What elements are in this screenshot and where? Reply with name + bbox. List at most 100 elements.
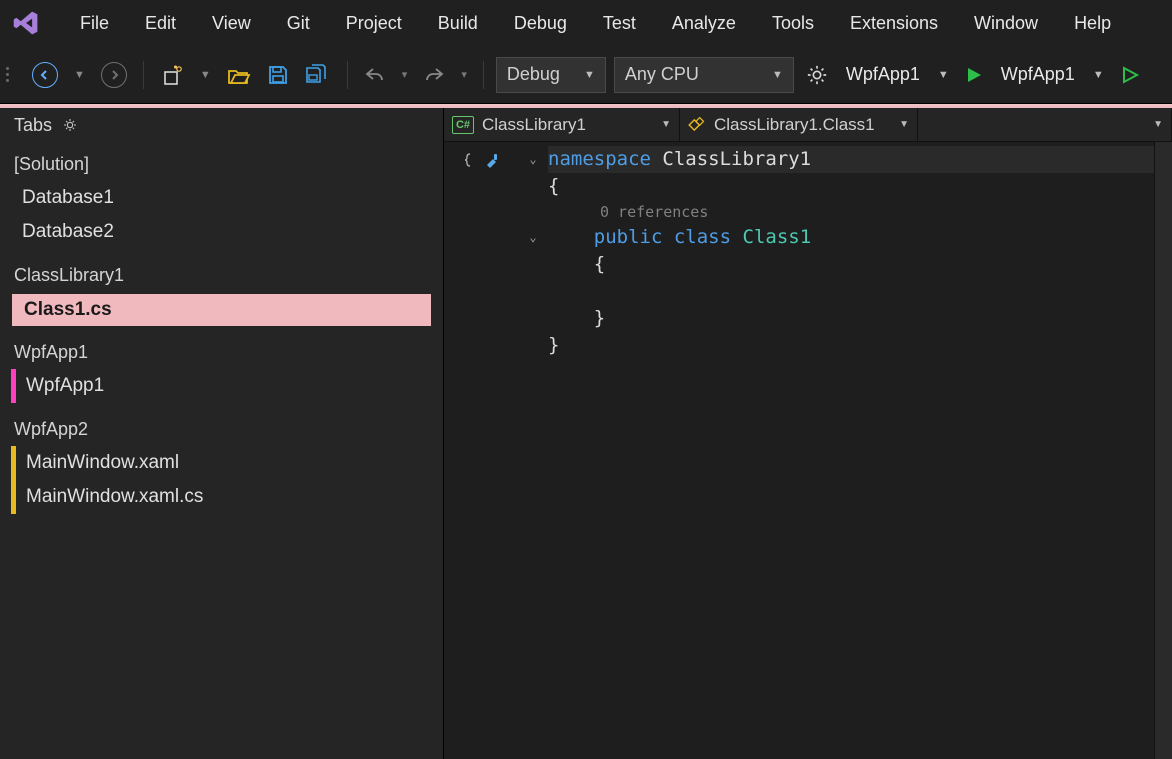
gear-icon — [806, 64, 828, 86]
fold-toggle[interactable]: ⌄ — [524, 224, 542, 251]
tree-item-mainwindow-xaml[interactable]: MainWindow.xaml — [11, 446, 443, 480]
tree-group-classlibrary1[interactable]: ClassLibrary1 — [0, 259, 443, 292]
config-combo[interactable]: Debug ▼ — [496, 57, 606, 93]
tabs-panel: Tabs [Solution] Database1 Database2 Clas… — [0, 108, 444, 759]
class-icon — [688, 116, 706, 134]
menu-tools[interactable]: Tools — [754, 7, 832, 40]
tree-item-mainwindow-xaml-cs[interactable]: MainWindow.xaml.cs — [11, 480, 443, 514]
tree-item-database1[interactable]: Database1 — [0, 181, 443, 215]
nav-class-combo[interactable]: ClassLibrary1.Class1 ▼ — [680, 108, 918, 141]
redo-icon — [423, 66, 445, 84]
code-line[interactable]: namespace ClassLibrary1 — [548, 146, 1154, 173]
toolbar: ▼ ▼ ▾ — [0, 46, 1172, 104]
code-line[interactable] — [548, 278, 1154, 305]
new-item-button[interactable] — [156, 59, 188, 91]
code-editor[interactable]: ⌄ ⌄ namespace ClassLibrary1 { 0 referenc… — [444, 142, 1172, 759]
main-area: Tabs [Solution] Database1 Database2 Clas… — [0, 108, 1172, 759]
nav-back-dropdown[interactable]: ▼ — [70, 59, 89, 91]
open-button[interactable] — [223, 59, 255, 91]
startup-project-dropdown[interactable]: ▼ — [934, 59, 953, 91]
menu-bar: File Edit View Git Project Build Debug T… — [0, 0, 1172, 46]
vs-logo-icon — [10, 7, 42, 39]
toolbar-grip-icon — [6, 67, 14, 82]
config-value: Debug — [507, 64, 560, 85]
csharp-icon: C# — [452, 116, 474, 134]
menu-window[interactable]: Window — [956, 7, 1056, 40]
chevron-down-icon: ▼ — [772, 69, 783, 81]
start-without-debugging-button[interactable] — [1116, 59, 1144, 91]
new-item-icon — [160, 63, 184, 87]
screwdriver-icon[interactable] — [484, 152, 500, 168]
menu-help[interactable]: Help — [1056, 7, 1129, 40]
nav-back-button[interactable] — [28, 59, 62, 91]
undo-dropdown[interactable]: ▾ — [398, 59, 412, 91]
chevron-down-icon: ▼ — [1153, 119, 1163, 130]
toolbar-separator — [347, 61, 348, 89]
tabs-tree: [Solution] Database1 Database2 ClassLibr… — [0, 142, 443, 520]
save-button[interactable] — [263, 59, 293, 91]
editor-pane: C# ClassLibrary1 ▼ ClassLibrary1.Class1 … — [444, 108, 1172, 759]
run-target-label[interactable]: WpfApp1 — [995, 64, 1081, 85]
start-debugging-button[interactable] — [961, 59, 987, 91]
toolbar-separator — [483, 61, 484, 89]
menu-extensions[interactable]: Extensions — [832, 7, 956, 40]
undo-icon — [364, 66, 386, 84]
folder-open-icon — [227, 65, 251, 85]
menu-analyze[interactable]: Analyze — [654, 7, 754, 40]
menu-view[interactable]: View — [194, 7, 269, 40]
play-outline-icon — [1120, 65, 1140, 85]
gear-icon[interactable] — [62, 117, 78, 133]
arrow-right-icon — [101, 62, 127, 88]
menu-build[interactable]: Build — [420, 7, 496, 40]
startup-project-label[interactable]: WpfApp1 — [840, 64, 926, 85]
vertical-scrollbar[interactable] — [1154, 142, 1172, 759]
code-line[interactable]: } — [548, 305, 1154, 332]
nav-forward-button[interactable] — [97, 59, 131, 91]
save-all-icon — [305, 63, 331, 87]
nav-member-combo[interactable]: ▼ — [918, 108, 1172, 141]
undo-button[interactable] — [360, 59, 390, 91]
code-line[interactable]: { — [548, 173, 1154, 200]
chevron-down-icon: ▼ — [899, 119, 909, 130]
brace-icon — [464, 152, 480, 168]
startup-projects-button[interactable] — [802, 59, 832, 91]
code-body[interactable]: namespace ClassLibrary1 { 0 references p… — [548, 142, 1154, 759]
codelens-references[interactable]: 0 references — [548, 200, 1154, 224]
nav-project-combo[interactable]: C# ClassLibrary1 ▼ — [444, 108, 680, 141]
nav-class-label: ClassLibrary1.Class1 — [714, 115, 875, 135]
tree-item-wpfapp1[interactable]: WpfApp1 — [11, 369, 443, 403]
chevron-down-icon: ▼ — [661, 119, 671, 130]
tree-group-wpfapp2[interactable]: WpfApp2 — [0, 413, 443, 446]
code-line[interactable]: public class Class1 — [548, 224, 1154, 251]
menu-git[interactable]: Git — [269, 7, 328, 40]
tree-item-database2[interactable]: Database2 — [0, 215, 443, 249]
menu-edit[interactable]: Edit — [127, 7, 194, 40]
editor-gutter: ⌄ ⌄ — [444, 142, 548, 759]
arrow-left-icon — [32, 62, 58, 88]
platform-value: Any CPU — [625, 64, 699, 85]
tabs-panel-header: Tabs — [0, 108, 443, 142]
toolbar-separator — [143, 61, 144, 89]
tree-group-solution[interactable]: [Solution] — [0, 148, 443, 181]
code-line[interactable]: { — [548, 251, 1154, 278]
nav-project-label: ClassLibrary1 — [482, 115, 586, 135]
menu-project[interactable]: Project — [328, 7, 420, 40]
platform-combo[interactable]: Any CPU ▼ — [614, 57, 794, 93]
menu-debug[interactable]: Debug — [496, 7, 585, 40]
menu-file[interactable]: File — [62, 7, 127, 40]
redo-dropdown[interactable]: ▾ — [457, 59, 471, 91]
chevron-down-icon: ▼ — [584, 69, 595, 81]
menu-test[interactable]: Test — [585, 7, 654, 40]
code-line[interactable]: } — [548, 332, 1154, 359]
save-all-button[interactable] — [301, 59, 335, 91]
new-item-dropdown[interactable]: ▼ — [196, 59, 215, 91]
save-icon — [267, 64, 289, 86]
play-icon — [965, 66, 983, 84]
run-target-dropdown[interactable]: ▼ — [1089, 59, 1108, 91]
tabs-panel-title: Tabs — [14, 115, 52, 136]
editor-nav-bar: C# ClassLibrary1 ▼ ClassLibrary1.Class1 … — [444, 108, 1172, 142]
tree-group-wpfapp1[interactable]: WpfApp1 — [0, 336, 443, 369]
redo-button[interactable] — [419, 59, 449, 91]
fold-toggle[interactable]: ⌄ — [524, 146, 542, 173]
tree-item-class1-cs[interactable]: Class1.cs — [12, 294, 431, 326]
